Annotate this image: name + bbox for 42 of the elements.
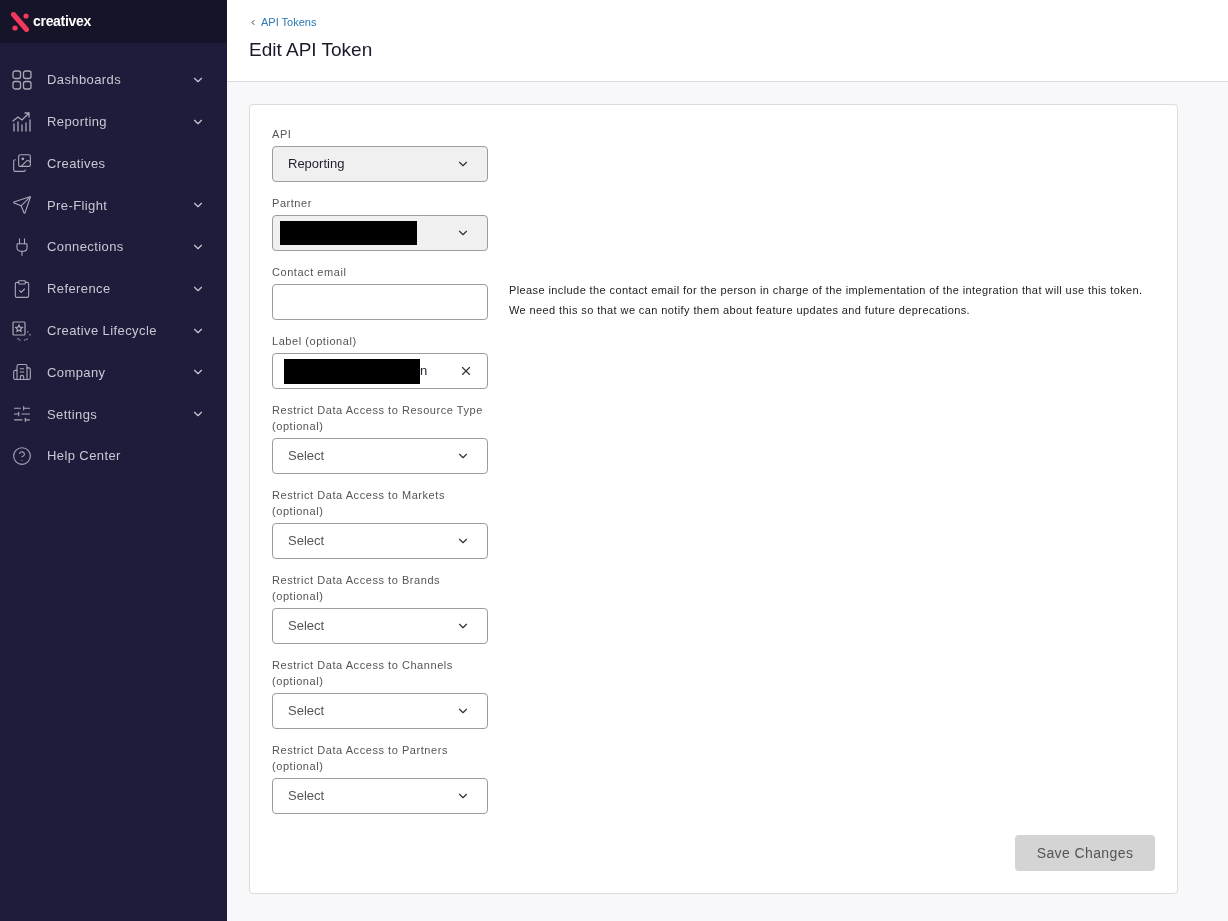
field-label: Restrict Data Access to Brands (optional) [272,573,442,604]
framed-star-icon [12,320,32,341]
images-icon [12,153,32,174]
paper-plane-icon [12,195,32,216]
field-label: Label (optional) [272,334,358,349]
field-label: Contact email [272,265,348,280]
nav-item[interactable]: Creative Lifecycle [0,309,227,352]
select-field[interactable]: Select [272,608,488,644]
nav-item[interactable]: Pre-Flight [0,184,227,227]
field-label: Restrict Data Access to Resource Type (optional) [272,403,484,434]
logo-icon [11,11,30,32]
clipboard-icon [12,278,32,299]
field-label: Restrict Data Access to Partners (optional) [272,743,449,774]
nav-item[interactable]: Dashboards [0,59,227,101]
nav-item[interactable]: Reporting [0,100,227,143]
back-link[interactable]: API Tokens [249,14,317,31]
field-label: API [272,127,293,142]
grid-icon [12,69,32,90]
field-label: Partner [272,196,313,211]
nav-item[interactable]: Creatives [0,142,227,185]
select-field[interactable]: Select [272,693,488,729]
select-field[interactable]: Select [272,778,488,814]
select-field[interactable]: Select [272,523,488,559]
nav-item[interactable]: Company [0,351,227,394]
nav-item[interactable]: Connections [0,226,227,268]
nav-item[interactable]: Settings [0,393,227,436]
help-icon [12,446,32,467]
sliders-icon [12,404,32,425]
input-field[interactable] [272,284,488,320]
text-field[interactable]: n [272,353,488,389]
field-label: Restrict Data Access to Channels (optional) [272,658,454,689]
building-icon [12,362,32,383]
help-text: Please include the contact email for the person in charge of the implementation of the integration that will use this token. [509,283,1143,298]
clear-icon[interactable] [459,364,473,378]
chart-icon [12,111,32,132]
field-label: Restrict Data Access to Markets (optional) [272,488,446,519]
logo-text: creativex [33,12,92,31]
nav-item[interactable]: Help Center [0,435,227,477]
help-text: We need this so that we can notify them about feature updates and future deprecations. [509,303,972,318]
nav-item[interactable]: Reference [0,268,227,310]
page-title: Edit API Token [249,37,373,62]
select-field[interactable]: Select [272,438,488,474]
